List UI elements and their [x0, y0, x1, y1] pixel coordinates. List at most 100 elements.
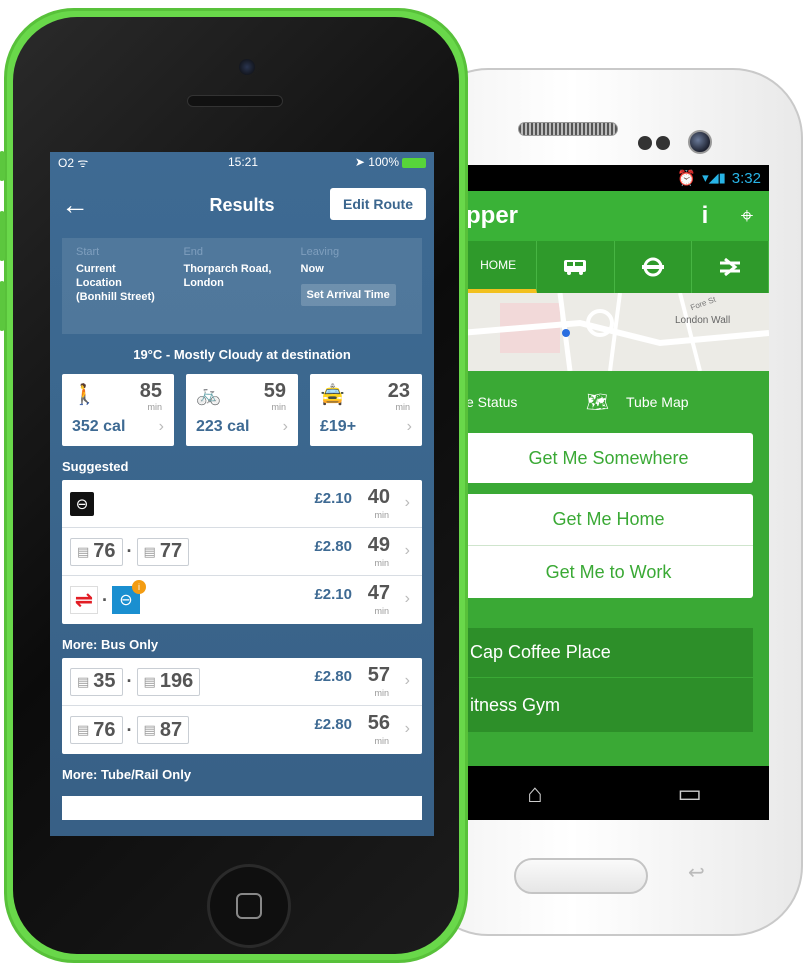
trip-end: End Thorparch Road, London: [183, 246, 300, 326]
mode-unit: min: [395, 402, 410, 412]
back-nav-icon[interactable]: ⌂: [527, 778, 543, 809]
favourite-item[interactable]: itness Gym: [464, 678, 753, 732]
status-time: 15:21: [227, 155, 259, 169]
bus-badge: ▤ 77: [136, 537, 190, 566]
android-home-button[interactable]: [514, 858, 648, 894]
bus-number: 87: [159, 718, 183, 741]
crosshair-icon[interactable]: ⌖: [725, 203, 769, 229]
alarm-icon: ⏰: [677, 170, 697, 187]
camera-icon: [688, 130, 712, 154]
route-minutes: 56: [367, 712, 390, 734]
favourite-item[interactable]: Cap Coffee Place: [464, 628, 753, 678]
bus-icon: ▤: [143, 722, 156, 737]
bus-number: 76: [93, 718, 116, 741]
chevron-right-icon: ›: [404, 542, 410, 559]
bus-badge: ▤ 87: [136, 716, 190, 744]
mode-card-bike[interactable]: 🚲 59 min 223 cal ›: [186, 374, 298, 446]
route-row[interactable]: ▤ 35 · ▤ 196 £2.80 57 min ›: [62, 658, 422, 706]
bus-badge: ▤ 76: [70, 716, 123, 744]
separator-dot: ·: [126, 719, 133, 740]
separator-dot: ·: [126, 541, 133, 561]
mode-unit: min: [147, 402, 162, 412]
sensor-icon: [656, 136, 670, 150]
tab-bus[interactable]: [537, 241, 615, 293]
trip-leaving: Leaving Now Set Arrival Time: [300, 246, 408, 326]
iphone-home-button[interactable]: [207, 864, 291, 948]
battery-status: ➤ 100%: [298, 155, 426, 169]
bus-badge: ▤ 35: [70, 667, 123, 696]
set-arrival-time-button[interactable]: Set Arrival Time: [300, 284, 396, 306]
status-link[interactable]: e Status: [466, 394, 586, 410]
mute-switch: [0, 151, 5, 181]
chevron-right-icon: ›: [404, 720, 410, 737]
android-tabs: HOME: [460, 241, 769, 293]
route-row[interactable]: ⊖ £2.10 40 min ›: [62, 480, 422, 528]
tab-home[interactable]: HOME: [460, 241, 538, 293]
bus-number: 35: [93, 670, 116, 692]
route-row[interactable]: ⇌ · ⊖ i £2.10 47 min ›: [62, 576, 422, 624]
route-row[interactable]: ▤ 76 · ▤ 87 £2.80 56 min ›: [62, 706, 422, 754]
bus-number: 196: [159, 670, 194, 692]
trip-summary[interactable]: Start Current Location (Bonhill Street) …: [62, 238, 422, 334]
battery-text: ➤ 100%: [354, 155, 399, 169]
android-status-bar: ⏰ ▾◢▮ 3:32: [460, 165, 769, 191]
get-me-to-work-button[interactable]: Get Me to Work: [464, 546, 753, 598]
bus-badge: ▤ 76: [70, 537, 123, 566]
tube-icon: ⊖: [70, 491, 94, 516]
route-minutes: 40: [367, 486, 390, 508]
travel-modes: 🚶 85 min 352 cal › 🚲 59 min 223 cal › 🚖 …: [62, 374, 422, 446]
rail-icon: [719, 257, 740, 277]
chevron-right-icon: ›: [404, 590, 410, 607]
route-row-partial[interactable]: [62, 796, 422, 820]
back-arrow-icon[interactable]: ←: [50, 189, 100, 221]
route-unit: min: [374, 688, 389, 698]
map-label: London Wall: [675, 315, 731, 326]
front-camera-icon: [239, 59, 255, 75]
chevron-right-icon: ›: [158, 418, 164, 435]
leaving-label: Leaving: [300, 246, 340, 258]
tab-rail[interactable]: [692, 241, 769, 293]
route-price: £2.10: [314, 490, 352, 507]
route-unit: min: [374, 558, 389, 568]
mode-card-taxi[interactable]: 🚖 23 min £19+ ›: [310, 374, 422, 446]
mode-minutes: 23: [387, 380, 410, 402]
battery-icon: [402, 157, 426, 168]
recent-apps-icon[interactable]: ▭: [677, 778, 702, 809]
route-row[interactable]: ▤ 76 · ▤ 77 £2.80 49 min ›: [62, 528, 422, 576]
bus-only-list: ▤ 35 · ▤ 196 £2.80 57 min › ▤ 76 · ▤ 87 £2.8…: [62, 658, 422, 754]
sensor-icon: [638, 136, 652, 150]
end-value-line: London: [183, 277, 224, 289]
tube-map-link[interactable]: Tube Map: [626, 394, 689, 410]
route-minutes: 57: [367, 664, 390, 686]
end-value-line: Thorparch Road,: [183, 263, 272, 275]
android-header: pper i ⌖: [460, 191, 769, 241]
start-value-line: Location: [76, 277, 122, 289]
section-bus-only: More: Bus Only: [62, 637, 159, 652]
separator-dot: ·: [102, 589, 108, 610]
tab-home-label: HOME: [480, 258, 517, 272]
android-nav-bar: ⌂ ▭: [460, 766, 769, 820]
map-preview[interactable]: Fore St London Wall: [460, 293, 769, 371]
get-me-home-button[interactable]: Get Me Home: [464, 494, 753, 546]
tab-tube[interactable]: [615, 241, 692, 293]
mode-sub: 223 cal: [196, 418, 250, 435]
nav-bar: ← Results Edit Route: [50, 172, 434, 238]
chevron-right-icon: ›: [404, 672, 410, 689]
bus-number: 76: [93, 540, 116, 562]
mode-card-walk[interactable]: 🚶 85 min 352 cal ›: [62, 374, 174, 446]
weather-text: 19°C - Mostly Cloudy at destination: [133, 346, 351, 362]
android-screen: ⏰ ▾◢▮ 3:32 pper i ⌖ HOME Fore St London …: [460, 165, 769, 766]
tube-map-icon: 🗺: [586, 391, 609, 412]
quick-links: e Status 🗺 Tube Map: [460, 371, 769, 433]
bus-icon: ▤: [143, 543, 156, 559]
info-icon[interactable]: i: [685, 202, 725, 230]
ios-status-bar: O2 ᯤ 15:21 ➤ 100%: [50, 152, 434, 172]
section-suggested: Suggested: [62, 459, 129, 474]
mode-sub: £19+: [320, 418, 357, 435]
get-me-somewhere-button[interactable]: Get Me Somewhere: [464, 433, 753, 483]
route-price: £2.80: [314, 538, 352, 555]
back-key-icon[interactable]: ↩: [688, 860, 705, 885]
edit-route-button[interactable]: Edit Route: [330, 188, 426, 220]
signal-icon: ▾◢▮: [702, 170, 726, 185]
bus-icon: ▤: [77, 543, 90, 559]
